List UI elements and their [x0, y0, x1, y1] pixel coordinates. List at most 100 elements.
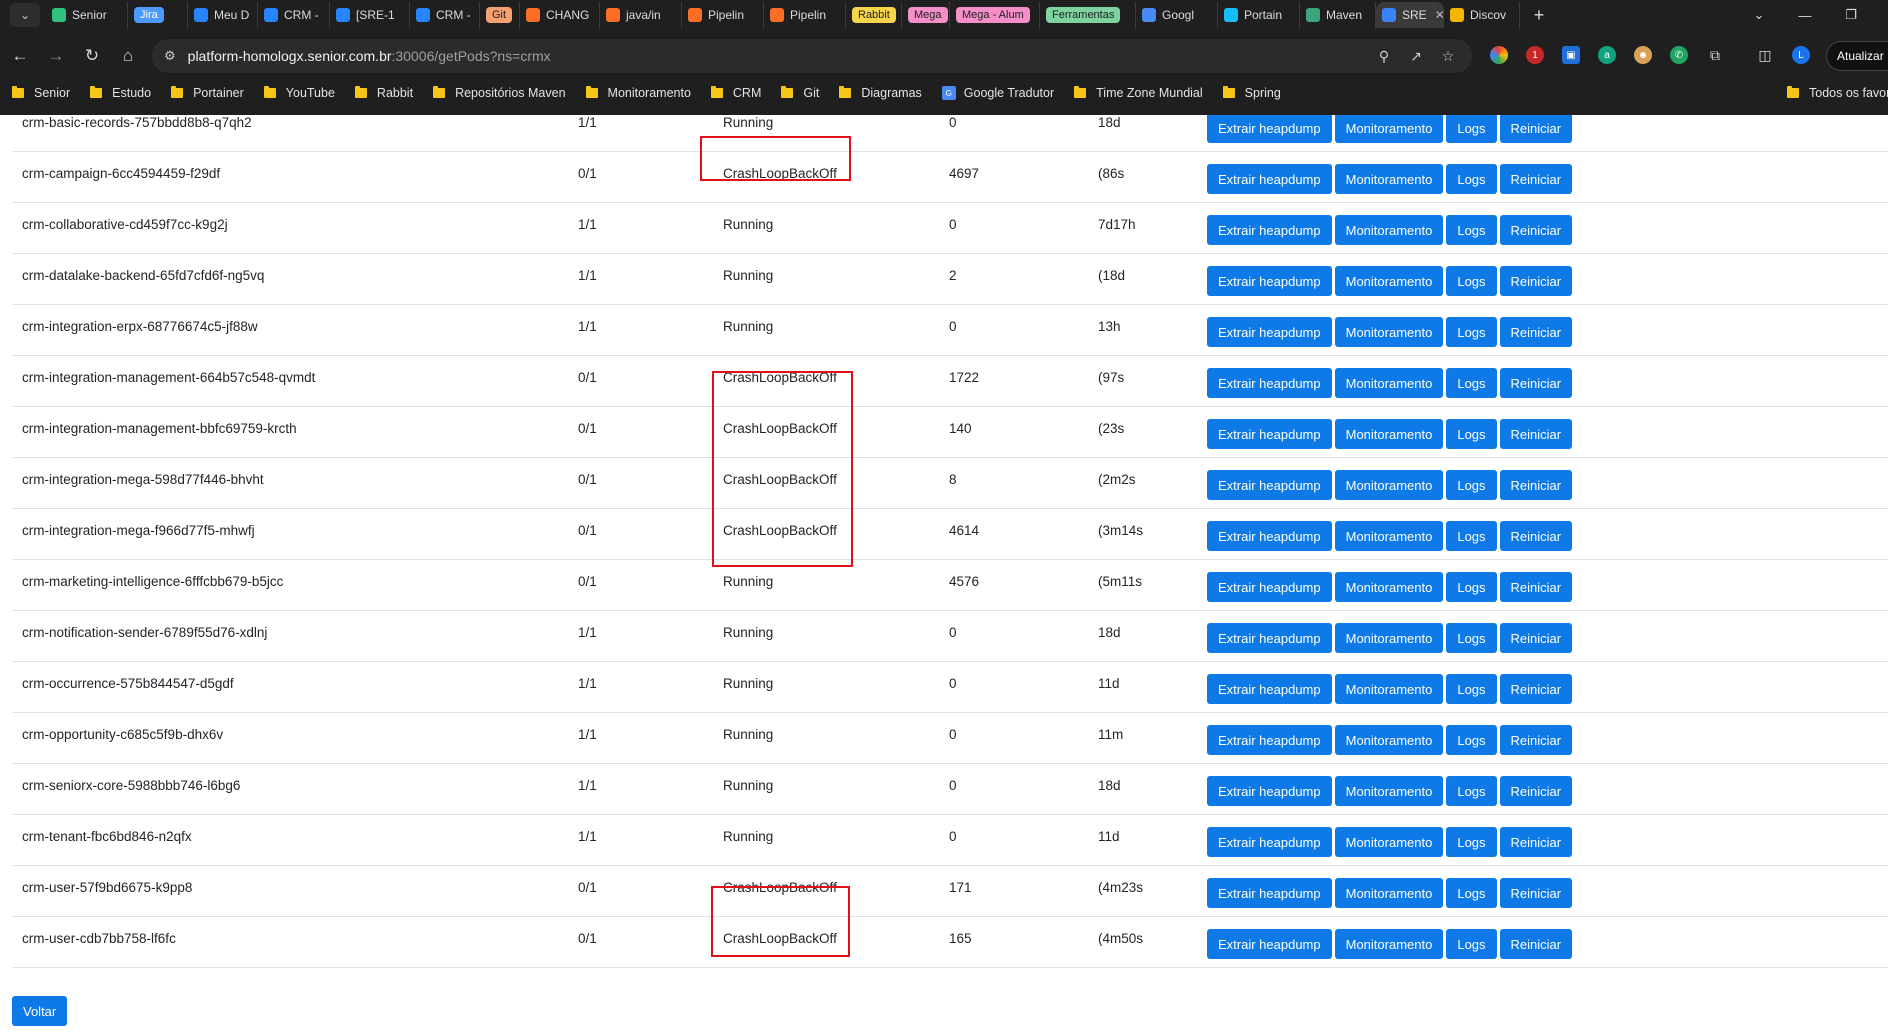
heapdump-button[interactable]: Extrair heapdump — [1207, 674, 1332, 704]
tab[interactable]: java/in — [600, 2, 682, 28]
logs-button[interactable]: Logs — [1446, 317, 1497, 347]
heapdump-button[interactable]: Extrair heapdump — [1207, 725, 1332, 755]
back-button[interactable]: Voltar — [12, 996, 68, 1026]
logs-button[interactable]: Logs — [1446, 929, 1497, 959]
bookmark-item[interactable]: Diagramas — [827, 86, 929, 100]
monitoring-button[interactable]: Monitoramento — [1334, 878, 1444, 908]
extension-face-icon[interactable]: ☻ — [1634, 46, 1652, 64]
logs-button[interactable]: Logs — [1446, 776, 1497, 806]
monitoring-button[interactable]: Monitoramento — [1334, 164, 1444, 194]
home-icon[interactable]: ⌂ — [112, 40, 144, 72]
reload-icon[interactable]: ↻ — [76, 40, 108, 72]
back-arrow-icon[interactable]: ← — [4, 40, 36, 72]
bookmark-item[interactable]: Git — [769, 86, 827, 100]
extension-badge-icon[interactable]: 1 — [1526, 46, 1544, 64]
new-tab-icon[interactable]: + — [1526, 4, 1552, 26]
monitoring-button[interactable]: Monitoramento — [1334, 776, 1444, 806]
monitoring-button[interactable]: Monitoramento — [1334, 572, 1444, 602]
bookmark-star-icon[interactable]: ☆ — [1438, 46, 1458, 66]
tab[interactable]: Maven — [1300, 2, 1376, 28]
heapdump-button[interactable]: Extrair heapdump — [1207, 215, 1332, 245]
share-icon[interactable]: ↗ — [1406, 46, 1426, 66]
heapdump-button[interactable]: Extrair heapdump — [1207, 470, 1332, 500]
logs-button[interactable]: Logs — [1446, 266, 1497, 296]
monitoring-button[interactable]: Monitoramento — [1334, 521, 1444, 551]
tab[interactable]: Meu D — [188, 2, 258, 28]
logs-button[interactable]: Logs — [1446, 419, 1497, 449]
monitoring-button[interactable]: Monitoramento — [1334, 674, 1444, 704]
restart-button[interactable]: Reiniciar — [1499, 623, 1573, 653]
restart-button[interactable]: Reiniciar — [1499, 572, 1573, 602]
close-tab-icon[interactable]: ✕ — [1435, 8, 1443, 22]
tab-group-label[interactable]: Jira — [134, 7, 164, 23]
restart-button[interactable]: Reiniciar — [1499, 470, 1573, 500]
tab[interactable]: Senior — [46, 2, 128, 28]
monitoring-button[interactable]: Monitoramento — [1334, 266, 1444, 296]
restart-button[interactable]: Reiniciar — [1499, 164, 1573, 194]
heapdump-button[interactable]: Extrair heapdump — [1207, 317, 1332, 347]
heapdump-button[interactable]: Extrair heapdump — [1207, 164, 1332, 194]
logs-button[interactable]: Logs — [1446, 215, 1497, 245]
bookmark-item[interactable]: Time Zone Mundial — [1062, 86, 1211, 100]
heapdump-button[interactable]: Extrair heapdump — [1207, 878, 1332, 908]
site-info-icon[interactable]: ⚙ — [164, 48, 176, 64]
heapdump-button[interactable]: Extrair heapdump — [1207, 419, 1332, 449]
heapdump-button[interactable]: Extrair heapdump — [1207, 368, 1332, 398]
side-panel-icon[interactable]: ◫ — [1756, 46, 1774, 64]
monitoring-button[interactable]: Monitoramento — [1334, 470, 1444, 500]
tab-list-chevron-icon[interactable]: ⌄ — [1736, 0, 1782, 30]
all-bookmarks[interactable]: Todos os favoritos — [1787, 82, 1888, 104]
logs-button[interactable]: Logs — [1446, 623, 1497, 653]
bookmark-item[interactable]: Senior — [0, 86, 78, 100]
tab[interactable]: Mega - Alum — [950, 2, 1040, 28]
monitoring-button[interactable]: Monitoramento — [1334, 623, 1444, 653]
logs-button[interactable]: Logs — [1446, 164, 1497, 194]
address-bar[interactable]: ⚙ platform-homologx.senior.com.br:30006/… — [152, 39, 1472, 73]
tab[interactable]: Mega — [902, 2, 950, 28]
monitoring-button[interactable]: Monitoramento — [1334, 368, 1444, 398]
tab[interactable]: Rabbit — [846, 2, 902, 28]
heapdump-button[interactable]: Extrair heapdump — [1207, 827, 1332, 857]
tab[interactable]: SRE ✕ — [1376, 2, 1444, 28]
tab[interactable]: CRM - — [410, 2, 480, 28]
bookmark-item[interactable]: YouTube — [252, 86, 343, 100]
forward-arrow-icon[interactable]: → — [40, 40, 72, 72]
update-button[interactable]: Atualizar — [1826, 41, 1888, 71]
bookmark-item[interactable]: Rabbit — [343, 86, 421, 100]
heapdump-button[interactable]: Extrair heapdump — [1207, 266, 1332, 296]
color-picker-extension-icon[interactable] — [1490, 46, 1508, 64]
restart-button[interactable]: Reiniciar — [1499, 521, 1573, 551]
heapdump-button[interactable]: Extrair heapdump — [1207, 623, 1332, 653]
logs-button[interactable]: Logs — [1446, 115, 1497, 143]
tab[interactable]: Pipelin — [764, 2, 846, 28]
monitoring-button[interactable]: Monitoramento — [1334, 929, 1444, 959]
heapdump-button[interactable]: Extrair heapdump — [1207, 776, 1332, 806]
bookmark-item[interactable]: Estudo — [78, 86, 159, 100]
extension-blue-icon[interactable]: ▣ — [1562, 46, 1580, 64]
bookmark-item[interactable]: CRM — [699, 86, 769, 100]
restart-button[interactable]: Reiniciar — [1499, 827, 1573, 857]
restart-button[interactable]: Reiniciar — [1499, 725, 1573, 755]
tab[interactable]: Git — [480, 2, 520, 28]
logs-button[interactable]: Logs — [1446, 725, 1497, 755]
bookmark-item[interactable]: Spring — [1211, 86, 1289, 100]
logs-button[interactable]: Logs — [1446, 674, 1497, 704]
tab[interactable]: CRM - — [258, 2, 330, 28]
tab[interactable]: Discov — [1444, 2, 1520, 28]
logs-button[interactable]: Logs — [1446, 827, 1497, 857]
restart-button[interactable]: Reiniciar — [1499, 266, 1573, 296]
bookmark-item[interactable]: G Google Tradutor — [930, 86, 1062, 100]
monitoring-button[interactable]: Monitoramento — [1334, 419, 1444, 449]
heapdump-button[interactable]: Extrair heapdump — [1207, 572, 1332, 602]
heapdump-button[interactable]: Extrair heapdump — [1207, 929, 1332, 959]
tab[interactable]: Jira — [128, 2, 188, 28]
restart-button[interactable]: Reiniciar — [1499, 929, 1573, 959]
bookmark-item[interactable]: Repositórios Maven — [421, 86, 573, 100]
tab-group-label[interactable]: Mega - Alum — [956, 7, 1030, 23]
heapdump-button[interactable]: Extrair heapdump — [1207, 521, 1332, 551]
restart-button[interactable]: Reiniciar — [1499, 215, 1573, 245]
restart-button[interactable]: Reiniciar — [1499, 317, 1573, 347]
tab[interactable]: Pipelin — [682, 2, 764, 28]
logs-button[interactable]: Logs — [1446, 470, 1497, 500]
monitoring-button[interactable]: Monitoramento — [1334, 317, 1444, 347]
